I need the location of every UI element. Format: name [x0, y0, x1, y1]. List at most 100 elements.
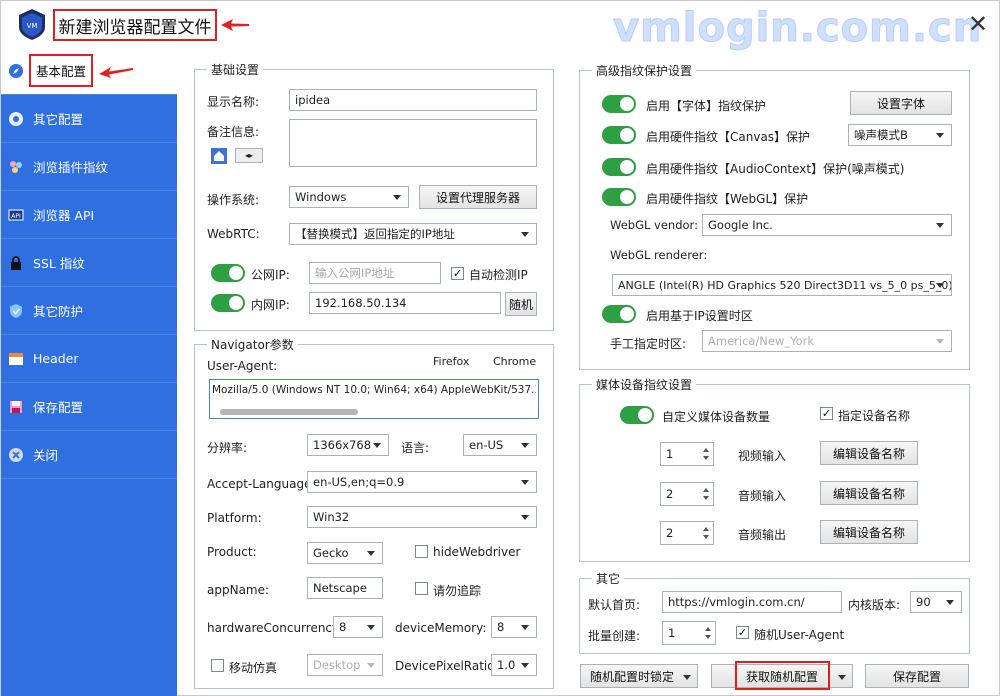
hw-concurrency-select[interactable]: 8	[333, 616, 383, 638]
random-ua-checkbox[interactable]: ✓	[736, 626, 749, 639]
manual-tz-value: America/New_York	[708, 334, 815, 348]
webgl-renderer-select[interactable]: ANGLE (Intel(R) HD Graphics 520 Direct3D…	[612, 274, 952, 296]
sidebar-item-save-config[interactable]: 保存配置	[1, 383, 177, 431]
sidebar-item-label: 保存配置	[33, 400, 84, 415]
canvas-mode-select[interactable]: 噪声模式B	[848, 124, 952, 146]
kernel-select[interactable]: 90	[910, 591, 962, 613]
home-icon[interactable]	[211, 148, 227, 164]
appname-input[interactable]: Netscape	[307, 577, 383, 599]
group-title: 其它	[592, 570, 625, 587]
font-protect-toggle[interactable]	[602, 95, 636, 113]
product-select[interactable]: Gecko	[307, 542, 383, 564]
lan-ip-input[interactable]: 192.168.50.134	[309, 292, 501, 314]
webgl-toggle[interactable]	[602, 188, 636, 206]
set-font-button[interactable]: 设置字体	[850, 91, 952, 115]
lan-ip-label: 内网IP:	[251, 298, 290, 312]
scroll-arrows-icon[interactable]: ◂▸	[235, 148, 263, 163]
ua-textbox[interactable]: Mozilla/5.0 (Windows NT 10.0; Win64; x64…	[209, 379, 539, 419]
accept-language-select[interactable]: en-US,en;q=0.9	[307, 471, 537, 493]
sidebar-item-other-config[interactable]: 其它配置	[1, 95, 177, 143]
sidebar-item-ssl-fingerprint[interactable]: SSL 指纹	[1, 239, 177, 287]
sidebar-item-close[interactable]: 关闭	[1, 431, 177, 479]
group-title: 基础设置	[207, 61, 264, 78]
resolution-label: 分辨率:	[207, 441, 248, 455]
mobile-emulation-checkbox[interactable]	[211, 659, 224, 672]
app-logo: VM	[15, 7, 49, 41]
spin-down-icon[interactable]	[703, 456, 709, 460]
sidebar-item-plugin-fingerprint[interactable]: 浏览插件指纹	[1, 143, 177, 191]
spin-down-icon[interactable]	[703, 496, 709, 500]
firefox-link[interactable]: Firefox	[433, 355, 469, 368]
display-name-input[interactable]: ipidea	[289, 89, 537, 111]
manual-tz-select[interactable]: America/New_York	[702, 330, 952, 352]
close-circle-icon	[8, 447, 24, 463]
sidebar-item-basic[interactable]: 基本配置	[1, 47, 177, 95]
sidebar-item-label: 关闭	[33, 448, 59, 463]
annotation-arrow-icon	[99, 67, 133, 78]
chevron-down-icon	[367, 625, 375, 630]
dnt-checkbox[interactable]	[415, 582, 428, 595]
homepage-label: 默认首页:	[588, 598, 641, 612]
sidebar-item-other-protection[interactable]: 其它防护	[1, 287, 177, 335]
batch-stepper[interactable]: 1	[662, 621, 716, 645]
platform-select[interactable]: Win32	[307, 506, 537, 528]
pixel-ratio-select[interactable]: 1.0	[491, 654, 537, 676]
specify-name-checkbox[interactable]: ✓	[820, 407, 833, 420]
edit-audio-out-button[interactable]: 编辑设备名称	[820, 520, 918, 544]
chevron-down-icon	[393, 195, 401, 200]
audio-in-value: 2	[666, 487, 674, 501]
product-label: Product:	[207, 545, 257, 559]
audio-out-stepper[interactable]: 2	[660, 521, 714, 545]
spin-up-icon[interactable]	[703, 448, 709, 452]
video-in-stepper[interactable]: 1	[660, 442, 714, 466]
os-select-value: Windows	[295, 190, 347, 204]
chevron-down-icon	[373, 443, 381, 448]
font-protect-label: 启用【字体】指纹保护	[646, 99, 767, 113]
proxy-button[interactable]: 设置代理服务器	[419, 185, 537, 209]
resolution-select[interactable]: 1366x768	[307, 434, 389, 456]
webgl-vendor-select[interactable]: Google Inc.	[702, 214, 952, 236]
save-config-button[interactable]: 保存配置	[865, 664, 969, 688]
spin-down-icon[interactable]	[705, 635, 711, 639]
random-ip-button[interactable]: 随机	[505, 292, 537, 316]
kernel-label: 内核版本:	[848, 598, 901, 612]
device-memory-label: deviceMemory:	[395, 621, 487, 635]
public-ip-toggle[interactable]	[211, 264, 245, 282]
close-icon[interactable]: ✕	[963, 9, 993, 39]
chrome-link[interactable]: Chrome	[493, 355, 536, 368]
auto-detect-checkbox[interactable]: ✓	[451, 267, 464, 280]
custom-media-toggle[interactable]	[620, 406, 654, 424]
public-ip-input[interactable]: 输入公网IP地址	[309, 262, 441, 284]
compass-icon	[8, 63, 24, 79]
os-select[interactable]: Windows	[289, 186, 409, 208]
video-in-value: 1	[666, 447, 674, 461]
media-group: 媒体设备指纹设置 自定义媒体设备数量 ✓ 指定设备名称 1 视频输入 编辑设备名…	[579, 376, 970, 562]
timezone-toggle[interactable]	[602, 305, 636, 323]
spin-down-icon[interactable]	[703, 535, 709, 539]
spin-up-icon[interactable]	[705, 627, 711, 631]
spin-up-icon[interactable]	[703, 527, 709, 531]
sidebar-item-browser-api[interactable]: API 浏览器 API	[1, 191, 177, 239]
audio-in-stepper[interactable]: 2	[660, 482, 714, 506]
device-memory-value: 8	[497, 620, 505, 634]
dnt-label: 请勿追踪	[433, 584, 482, 598]
language-select[interactable]: en-US	[463, 434, 537, 456]
canvas-toggle[interactable]	[602, 126, 636, 144]
window-title: 新建浏览器配置文件	[53, 9, 217, 41]
notes-label: 备注信息:	[207, 125, 260, 139]
lan-ip-toggle[interactable]	[211, 294, 245, 312]
device-memory-select[interactable]: 8	[491, 616, 537, 638]
spin-up-icon[interactable]	[703, 488, 709, 492]
homepage-input[interactable]: https://vmlogin.com.cn/	[662, 591, 842, 613]
edit-audio-in-button[interactable]: 编辑设备名称	[820, 481, 918, 505]
notes-textarea[interactable]	[289, 119, 537, 167]
edit-video-in-button[interactable]: 编辑设备名称	[820, 441, 918, 465]
lock-random-button[interactable]: 随机配置时锁定	[580, 664, 698, 688]
hide-webdriver-checkbox[interactable]	[415, 545, 428, 558]
webrtc-select[interactable]: 【替换模式】返回指定的IP地址	[289, 223, 537, 245]
device-type-select[interactable]: Desktop	[307, 654, 383, 676]
audio-toggle[interactable]	[602, 158, 636, 176]
sidebar-item-header[interactable]: Header	[1, 335, 177, 383]
chevron-down-icon	[936, 223, 944, 228]
ua-scrollbar[interactable]	[220, 409, 358, 415]
